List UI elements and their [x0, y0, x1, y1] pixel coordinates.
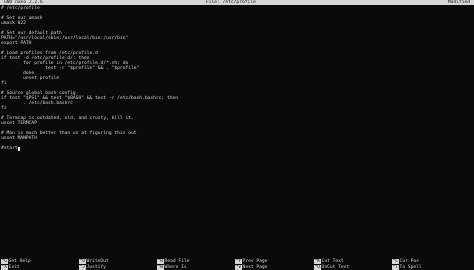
text-cursor [17, 146, 20, 151]
shortcut-label: Justify [86, 264, 106, 270]
shortcut-item[interactable]: ^V Next Page [235, 264, 268, 270]
shortcut-item[interactable]: ^O WriteOut [79, 259, 109, 264]
shortcut-label: Cur Pos [399, 259, 419, 264]
shortcut-label: Cut Text [321, 259, 344, 264]
shortcut-item[interactable]: ^J Justify [79, 264, 106, 270]
editor-line[interactable]: unset MANPATH [1, 136, 37, 141]
shortcut-label: Where Is [164, 264, 187, 270]
shortcut-label: Get Help [8, 259, 31, 264]
shortcut-label: To Spell [399, 264, 422, 270]
editor-line[interactable]: fi [1, 81, 7, 86]
shortcut-label: Exit [8, 264, 20, 270]
modified-status: Modified [447, 0, 470, 5]
shortcut-label: Read File [164, 259, 190, 264]
shortcut-label: Prev Page [242, 259, 268, 264]
shortcut-key: ^R [157, 259, 164, 264]
app-version: GNU nano 2.2.6 [4, 0, 43, 5]
shortcut-item[interactable]: ^Y Prev Page [235, 259, 267, 264]
shortcut-item[interactable]: ^C Cur Pos [392, 259, 419, 264]
shortcut-key: ^U [314, 264, 321, 270]
shortcut-bar: ^G Get Help ^X Exit ^O WriteOut ^J Justify ^R Rea… [0, 259, 474, 270]
shortcut-item[interactable]: ^U UnCut Text [314, 264, 350, 270]
shortcut-key: ^K [314, 259, 321, 264]
shortcut-label: UnCut Text [321, 264, 350, 270]
shortcut-key: ^V [235, 264, 242, 270]
editor-line[interactable]: umask 022 [1, 21, 26, 26]
shortcut-key: ^Y [235, 259, 242, 264]
shortcut-key: ^G [1, 259, 8, 264]
shortcut-item[interactable]: ^X Exit [1, 264, 20, 270]
shortcut-key: ^J [79, 264, 86, 270]
editor-line[interactable]: unset profile [1, 76, 59, 81]
shortcut-key: ^W [157, 264, 164, 270]
editor-line[interactable]: fi [1, 106, 7, 111]
shortcut-key: ^C [392, 259, 399, 264]
shortcut-item[interactable]: ^R Read File [157, 259, 189, 264]
editor-line[interactable]: #start [1, 146, 20, 151]
file-name: File: /etc/profile [206, 0, 256, 5]
shortcut-label: Next Page [242, 264, 268, 270]
editor-area[interactable]: # /etc/profile # Set our umask umask 022 # … [0, 6, 474, 256]
shortcut-item[interactable]: ^T To Spell [392, 264, 422, 270]
shortcut-label: WriteOut [86, 259, 109, 264]
editor-line[interactable]: export PATH [1, 41, 31, 46]
shortcut-key: ^X [1, 264, 8, 270]
shortcut-key: ^T [392, 264, 399, 270]
editor-line[interactable]: unset TERMCAP [1, 121, 37, 126]
editor-line[interactable]: # /etc/profile [1, 6, 40, 11]
title-bar: GNU nano 2.2.6 File: /etc/profile Modifi… [0, 0, 474, 5]
shortcut-item[interactable]: ^K Cut Text [314, 259, 344, 264]
shortcut-item[interactable]: ^W Where Is [157, 264, 187, 270]
editor-line[interactable]: . /etc/bash.bashrc [1, 101, 73, 106]
shortcut-item[interactable]: ^G Get Help [1, 259, 31, 264]
shortcut-key: ^O [79, 259, 86, 264]
